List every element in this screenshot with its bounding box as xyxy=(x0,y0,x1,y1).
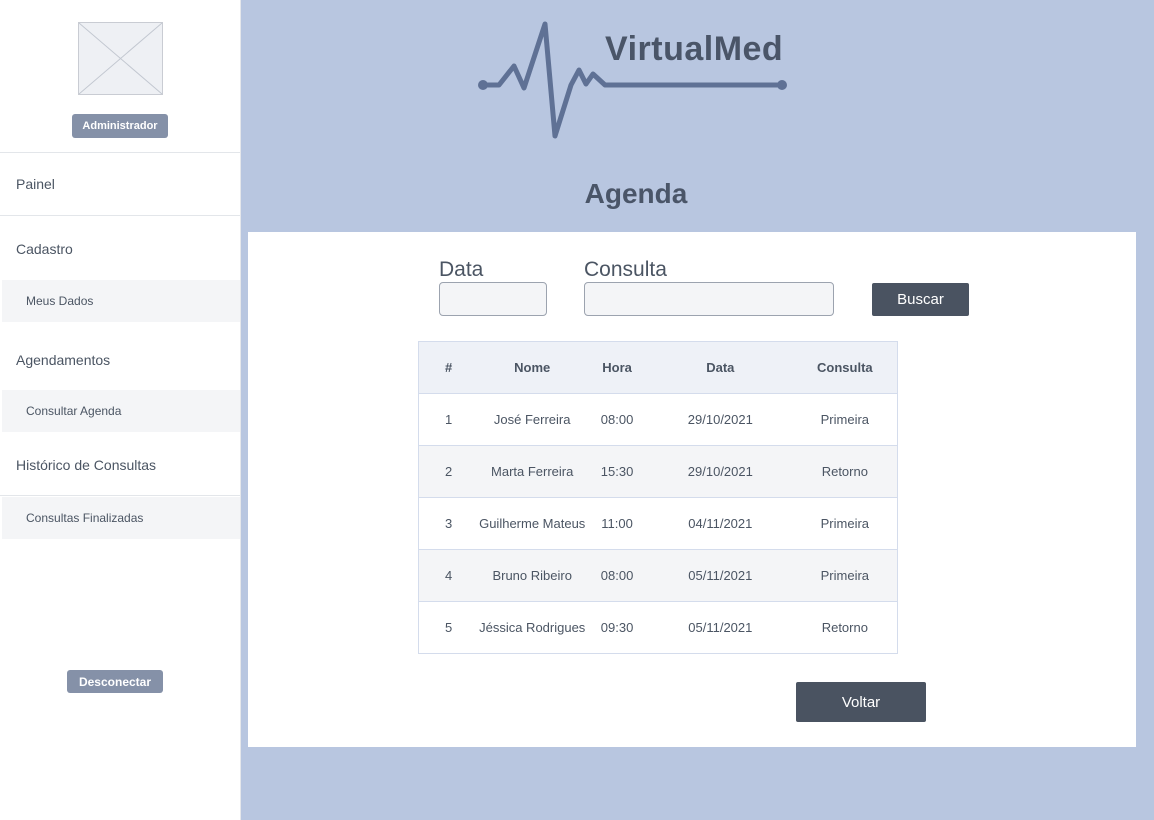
back-button[interactable]: Voltar xyxy=(796,682,926,722)
cell-data: 05/11/2021 xyxy=(647,549,793,602)
cell-data: 29/10/2021 xyxy=(647,393,793,446)
date-label: Data xyxy=(439,258,484,281)
cell-nome: Jéssica Rodrigues xyxy=(478,601,587,654)
table-row[interactable]: 5 Jéssica Rodrigues 09:30 05/11/2021 Ret… xyxy=(418,601,898,654)
date-field[interactable] xyxy=(439,282,547,316)
cell-number: 2 xyxy=(418,445,479,498)
nav-item-painel[interactable]: Painel xyxy=(0,152,240,216)
cell-data: 29/10/2021 xyxy=(647,445,793,498)
logout-button[interactable]: Desconectar xyxy=(67,670,163,693)
table-row[interactable]: 2 Marta Ferreira 15:30 29/10/2021 Retorn… xyxy=(418,445,898,498)
agenda-table: # Nome Hora Data Consulta 1 José Ferreir… xyxy=(418,341,898,654)
nav-section-agendamentos[interactable]: Agendamentos xyxy=(0,330,240,390)
table-header-row: # Nome Hora Data Consulta xyxy=(418,341,898,394)
column-header-data: Data xyxy=(647,341,793,394)
nav-section-cadastro[interactable]: Cadastro xyxy=(0,217,240,280)
cell-number: 1 xyxy=(418,393,479,446)
cell-nome: Marta Ferreira xyxy=(478,445,587,498)
cell-nome: Bruno Ribeiro xyxy=(478,549,587,602)
role-badge: Administrador xyxy=(72,114,168,138)
cell-nome: José Ferreira xyxy=(478,393,587,446)
nav-item-meus-dados[interactable]: Meus Dados xyxy=(2,280,240,322)
column-header-consulta: Consulta xyxy=(792,341,898,394)
nav-item-consultas-finalizadas[interactable]: Consultas Finalizadas xyxy=(2,497,240,539)
cell-hora: 15:30 xyxy=(586,445,648,498)
column-header-hora: Hora xyxy=(586,341,648,394)
search-button[interactable]: Buscar xyxy=(872,283,969,316)
nav-item-consultar-agenda[interactable]: Consultar Agenda xyxy=(2,390,240,432)
page-title: Agenda xyxy=(584,178,688,209)
cell-nome: Guilherme Mateus xyxy=(478,497,587,550)
main-area: VirtualMed Agenda Data Consulta Buscar #… xyxy=(241,0,1154,820)
table-row[interactable]: 1 José Ferreira 08:00 29/10/2021 Primeir… xyxy=(418,393,898,446)
cell-consulta: Primeira xyxy=(792,549,898,602)
cell-consulta: Retorno xyxy=(792,601,898,654)
cell-hora: 08:00 xyxy=(586,393,648,446)
cell-number: 5 xyxy=(418,601,479,654)
cell-data: 05/11/2021 xyxy=(647,601,793,654)
table-row[interactable]: 4 Bruno Ribeiro 08:00 05/11/2021 Primeir… xyxy=(418,549,898,602)
cell-data: 04/11/2021 xyxy=(647,497,793,550)
cell-consulta: Primeira xyxy=(792,393,898,446)
consulta-field[interactable] xyxy=(584,282,834,316)
brand-name: VirtualMed xyxy=(605,30,784,68)
nav-section-historico[interactable]: Histórico de Consultas xyxy=(0,434,240,496)
cell-hora: 09:30 xyxy=(586,601,648,654)
sidebar: Administrador Painel Cadastro Meus Dados… xyxy=(0,0,241,820)
consulta-label: Consulta xyxy=(584,258,667,281)
content-panel: Data Consulta Buscar # Nome Hora Data Co… xyxy=(248,232,1136,747)
cell-number: 4 xyxy=(418,549,479,602)
cell-consulta: Retorno xyxy=(792,445,898,498)
table-row[interactable]: 3 Guilherme Mateus 11:00 04/11/2021 Prim… xyxy=(418,497,898,550)
cell-hora: 08:00 xyxy=(586,549,648,602)
column-header-nome: Nome xyxy=(478,341,587,394)
image-placeholder-icon xyxy=(78,22,163,95)
cell-consulta: Primeira xyxy=(792,497,898,550)
column-header-number: # xyxy=(418,341,479,394)
cell-hora: 11:00 xyxy=(586,497,648,550)
cell-number: 3 xyxy=(418,497,479,550)
